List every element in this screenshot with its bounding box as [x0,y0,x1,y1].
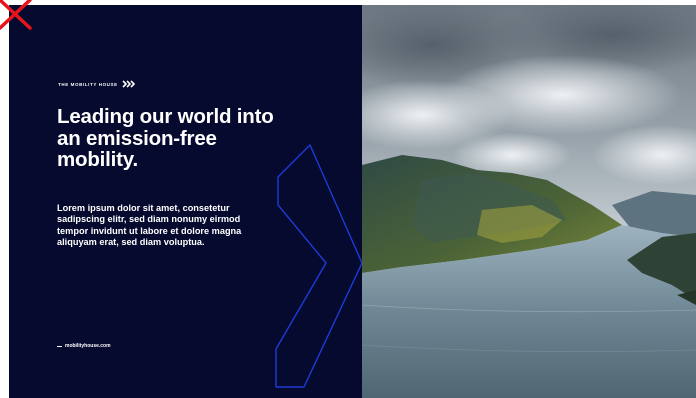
website-link[interactable]: mobilityhouse.com [57,343,111,349]
landscape-photo-panel [362,5,696,398]
brand-name: THE MOBILITY HOUSE [58,81,118,87]
decorative-outline-shape [275,144,362,388]
website-link-label: mobilityhouse.com [65,343,111,349]
screen: THE MOBILITY HOUSE Leading our world int… [0,0,696,398]
brand-logo: THE MOBILITY HOUSE [58,80,136,88]
headline: Leading our world into an emission-free … [57,105,274,171]
chevrons-icon [122,80,135,88]
link-dash [57,345,62,347]
text-panel: THE MOBILITY HOUSE Leading our world int… [9,5,362,398]
body-paragraph: Lorem ipsum dolor sit amet, consetetur s… [57,203,242,247]
close-icon[interactable] [0,0,36,32]
presentation-slide: THE MOBILITY HOUSE Leading our world int… [9,5,696,398]
fjord-landscape-image [362,5,696,398]
